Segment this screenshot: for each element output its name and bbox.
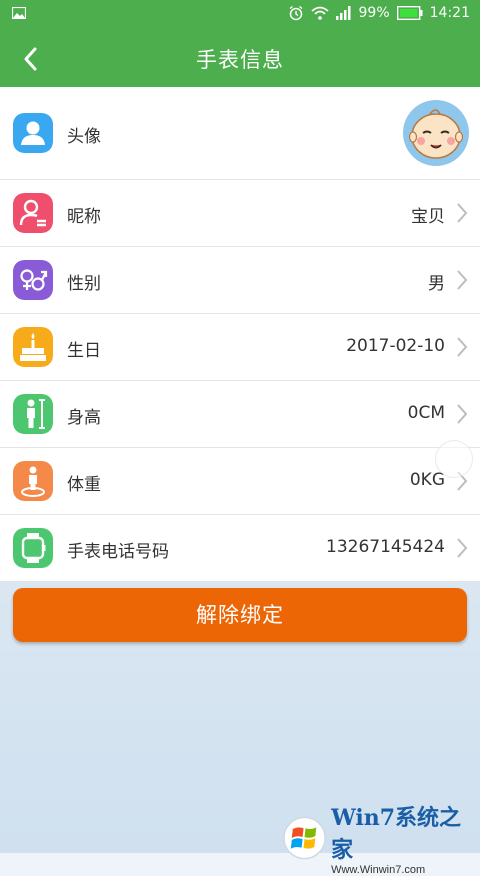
weight-row[interactable]: 体重 0KG [0, 448, 480, 515]
baby-avatar-image[interactable] [403, 100, 469, 166]
watch-phone-value: 13267145424 [326, 537, 445, 557]
windows-logo-icon [283, 816, 326, 860]
birthday-cake-icon [13, 327, 53, 367]
wifi-icon [310, 6, 329, 20]
watermark-name: Win7系统之家 [331, 805, 462, 863]
chevron-right-icon [457, 337, 468, 357]
weight-label: 体重 [67, 475, 101, 495]
watermark: Win7系统之家 Www.Winwin7.com [282, 800, 480, 876]
chevron-right-icon [457, 270, 468, 290]
gender-row[interactable]: 性别 男 [0, 247, 480, 314]
weight-icon [13, 461, 53, 501]
birthday-row[interactable]: 生日 2017-02-10 [0, 314, 480, 381]
avatar-row[interactable]: 头像 [0, 87, 480, 180]
watch-phone-row[interactable]: 手表电话号码 13267145424 [0, 515, 480, 582]
signal-icon [335, 6, 351, 20]
gender-label: 性别 [67, 274, 101, 294]
unbind-button[interactable]: 解除绑定 [13, 588, 467, 642]
chevron-right-icon [457, 404, 468, 424]
birthday-value: 2017-02-10 [346, 336, 445, 356]
gender-value: 男 [428, 274, 445, 294]
nickname-value: 宝贝 [411, 207, 445, 227]
watch-icon [13, 528, 53, 568]
height-value: 0CM [407, 403, 445, 423]
chevron-right-icon [457, 538, 468, 558]
battery-percent: 99% [358, 5, 390, 21]
height-label: 身高 [67, 408, 101, 428]
app-bar: 手表信息 [0, 28, 480, 87]
gender-icon [13, 260, 53, 300]
chevron-right-icon [457, 203, 468, 223]
height-row[interactable]: 身高 0CM [0, 381, 480, 448]
status-bar: 99% 14:21 [0, 0, 480, 28]
watch-phone-label: 手表电话号码 [67, 542, 169, 562]
nickname-row[interactable]: 昵称 宝贝 [0, 180, 480, 247]
page-title: 手表信息 [196, 48, 284, 72]
height-icon [13, 394, 53, 434]
battery-icon [396, 6, 423, 20]
floating-assist-button[interactable] [435, 440, 473, 478]
watermark-url: Www.Winwin7.com [331, 864, 426, 876]
watch-info-list: 头像 昵称 宝贝 性别 男 生日 2017-02-10 身高 0CM 体重 0K… [0, 87, 480, 582]
weight-value: 0KG [409, 470, 445, 490]
nickname-label: 昵称 [67, 207, 101, 227]
birthday-label: 生日 [67, 341, 101, 361]
avatar-icon [13, 113, 53, 153]
clock: 14:21 [429, 5, 470, 21]
alarm-icon [289, 5, 302, 21]
image-notification-icon [12, 7, 26, 19]
avatar-label: 头像 [67, 127, 101, 147]
nickname-icon [13, 193, 53, 233]
